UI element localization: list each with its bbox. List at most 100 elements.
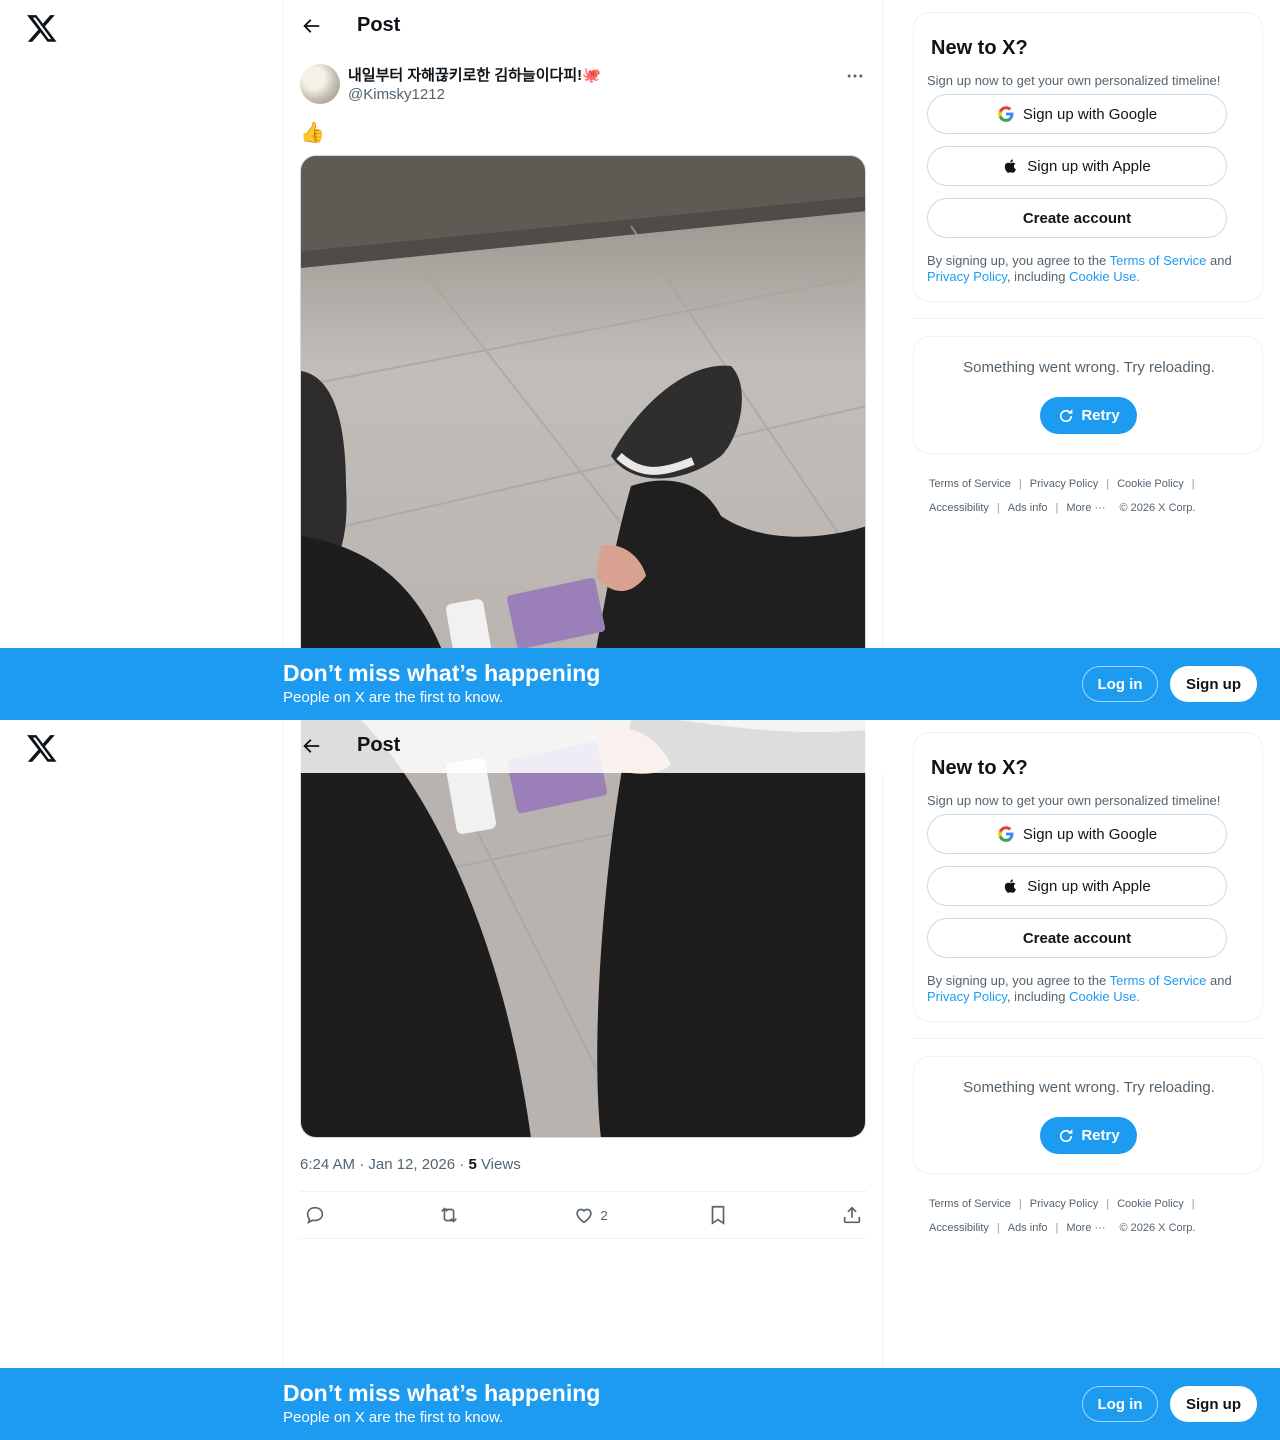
signup-apple-label: Sign up with Apple — [1027, 877, 1151, 895]
reply-button[interactable] — [304, 1204, 364, 1226]
post-author: 내일부터 자해끊키로한 김하늘이다피!🐙 @Kimsky1212 — [300, 64, 867, 108]
like-count: 2 — [600, 1207, 608, 1223]
footer-links: Terms of Service | Privacy Policy | Cookie P… — [929, 478, 1196, 514]
google-icon — [998, 826, 1014, 842]
error-card: Something went wrong. Try reloading. Ret… — [913, 336, 1263, 454]
banner-subtitle: People on X are the first to know. — [283, 1409, 504, 1426]
terms-text: and — [1206, 973, 1232, 988]
post-timestamp: 6:24 AM · Jan 12, 2026 · 5 Views — [300, 1156, 521, 1173]
repost-button[interactable] — [438, 1204, 498, 1226]
error-message: Something went wrong. Try reloading. — [963, 1079, 1215, 1096]
signup-card: New to X? Sign up now to get your own pe… — [913, 732, 1263, 1022]
footer-terms-link[interactable]: Terms of Service — [929, 1198, 1011, 1210]
signup-card: New to X? Sign up now to get your own pe… — [913, 12, 1263, 302]
post-time[interactable]: 6:24 AM · Jan 12, 2026 · — [300, 1156, 468, 1173]
page-title: Post — [357, 734, 401, 756]
footer-accessibility-link[interactable]: Accessibility — [929, 1222, 989, 1234]
views-label: Views — [476, 1156, 521, 1173]
heart-icon — [575, 1208, 592, 1224]
privacy-link[interactable]: Privacy Policy — [927, 989, 1007, 1004]
footer-more-link[interactable]: More ··· — [1066, 502, 1105, 514]
footer-ads-link[interactable]: Ads info — [1008, 1222, 1048, 1234]
create-account-label: Create account — [1022, 209, 1132, 227]
footer-privacy-link[interactable]: Privacy Policy — [1030, 1198, 1098, 1210]
more-options-icon[interactable] — [845, 66, 865, 86]
privacy-link[interactable]: Privacy Policy — [927, 269, 1007, 284]
login-banner: Don’t miss what’s happening People on X … — [0, 648, 1280, 720]
author-display-name[interactable]: 내일부터 자해끊키로한 김하늘이다피!🐙 — [348, 64, 601, 85]
signup-google-button[interactable]: Sign up with Google — [927, 94, 1227, 134]
signup-google-button[interactable]: Sign up with Google — [927, 814, 1227, 854]
post-photo[interactable] — [300, 155, 866, 675]
divider — [913, 1038, 1263, 1039]
terms-text: By signing up, you agree to the — [927, 973, 1110, 988]
x-logo-icon[interactable] — [26, 732, 58, 764]
create-account-label: Create account — [1022, 929, 1132, 947]
create-account-button[interactable]: Create account — [927, 918, 1227, 958]
share-button[interactable] — [841, 1204, 863, 1226]
terms-text: By signing up, you agree to the — [927, 253, 1110, 268]
back-arrow-icon[interactable] — [300, 735, 322, 757]
cookie-link[interactable]: Cookie Use. — [1069, 269, 1140, 284]
signup-subtitle: Sign up now to get your own personalized… — [927, 73, 1221, 88]
footer-terms-link[interactable]: Terms of Service — [929, 478, 1011, 490]
viewport-scrolled: Post 6:24 AM · Jan 12, 2026 · 5 Views 2 … — [0, 720, 1280, 1440]
apple-icon — [1005, 879, 1017, 893]
signup-button[interactable]: Sign up — [1170, 666, 1257, 702]
terms-text: , including — [1006, 269, 1070, 284]
author-handle[interactable]: @Kimsky1212 — [348, 86, 445, 103]
footer-links: Terms of Service | Privacy Policy | Cookie P… — [929, 1198, 1196, 1234]
x-logo-icon[interactable] — [26, 12, 58, 44]
signup-title: New to X? — [931, 37, 1028, 59]
cookie-link[interactable]: Cookie Use. — [1069, 989, 1140, 1004]
login-banner: Don’t miss what’s happening People on X … — [0, 1368, 1280, 1440]
avatar[interactable] — [300, 64, 340, 104]
retry-button[interactable]: Retry — [1040, 1117, 1137, 1154]
signup-title: New to X? — [931, 757, 1028, 779]
footer-privacy-link[interactable]: Privacy Policy — [1030, 478, 1098, 490]
bookmark-button[interactable] — [707, 1204, 767, 1226]
reply-icon — [306, 1206, 324, 1224]
banner-subtitle: People on X are the first to know. — [283, 689, 504, 706]
page-title: Post — [357, 14, 401, 36]
retry-button[interactable]: Retry — [1040, 397, 1137, 434]
terms-text: and — [1206, 253, 1232, 268]
signup-apple-button[interactable]: Sign up with Apple — [927, 146, 1227, 186]
signup-apple-button[interactable]: Sign up with Apple — [927, 866, 1227, 906]
footer-cookie-link[interactable]: Cookie Policy — [1117, 1198, 1184, 1210]
divider — [913, 318, 1263, 319]
copyright: © 2026 X Corp. — [1119, 1222, 1196, 1234]
create-account-button[interactable]: Create account — [927, 198, 1227, 238]
footer-cookie-link[interactable]: Cookie Policy — [1117, 478, 1184, 490]
signup-terms: By signing up, you agree to the Terms of… — [927, 253, 1251, 285]
terms-link[interactable]: Terms of Service — [1110, 253, 1207, 268]
post-header: Post — [284, 720, 883, 773]
footer-ads-link[interactable]: Ads info — [1008, 502, 1048, 514]
apple-icon — [1005, 159, 1017, 173]
refresh-icon — [1060, 408, 1073, 422]
signup-subtitle: Sign up now to get your own personalized… — [927, 793, 1221, 808]
signup-terms: By signing up, you agree to the Terms of… — [927, 973, 1251, 1005]
signup-button[interactable]: Sign up — [1170, 1386, 1257, 1422]
login-button[interactable]: Log in — [1082, 1386, 1158, 1422]
terms-text: , including — [1006, 989, 1070, 1004]
error-card: Something went wrong. Try reloading. Ret… — [913, 1056, 1263, 1174]
refresh-icon — [1060, 1128, 1073, 1142]
post-photo[interactable] — [300, 720, 866, 1138]
retry-label: Retry — [1081, 407, 1120, 424]
footer-more-link[interactable]: More ··· — [1066, 1222, 1105, 1234]
error-message: Something went wrong. Try reloading. — [963, 359, 1215, 376]
like-button[interactable]: 2 — [573, 1204, 633, 1226]
signup-google-label: Sign up with Google — [1022, 105, 1158, 123]
login-button[interactable]: Log in — [1082, 666, 1158, 702]
back-arrow-icon[interactable] — [300, 15, 322, 37]
banner-title: Don’t miss what’s happening — [283, 1380, 601, 1406]
terms-link[interactable]: Terms of Service — [1110, 973, 1207, 988]
signup-apple-label: Sign up with Apple — [1027, 157, 1151, 175]
banner-title: Don’t miss what’s happening — [283, 660, 601, 686]
share-icon — [843, 1206, 861, 1224]
retry-label: Retry — [1081, 1127, 1120, 1144]
footer-accessibility-link[interactable]: Accessibility — [929, 502, 989, 514]
viewport-top: Post 내일부터 자해끊키로한 김하늘이다피!🐙 @Kimsky1212 👍 — [0, 0, 1280, 720]
bookmark-icon — [711, 1205, 725, 1225]
